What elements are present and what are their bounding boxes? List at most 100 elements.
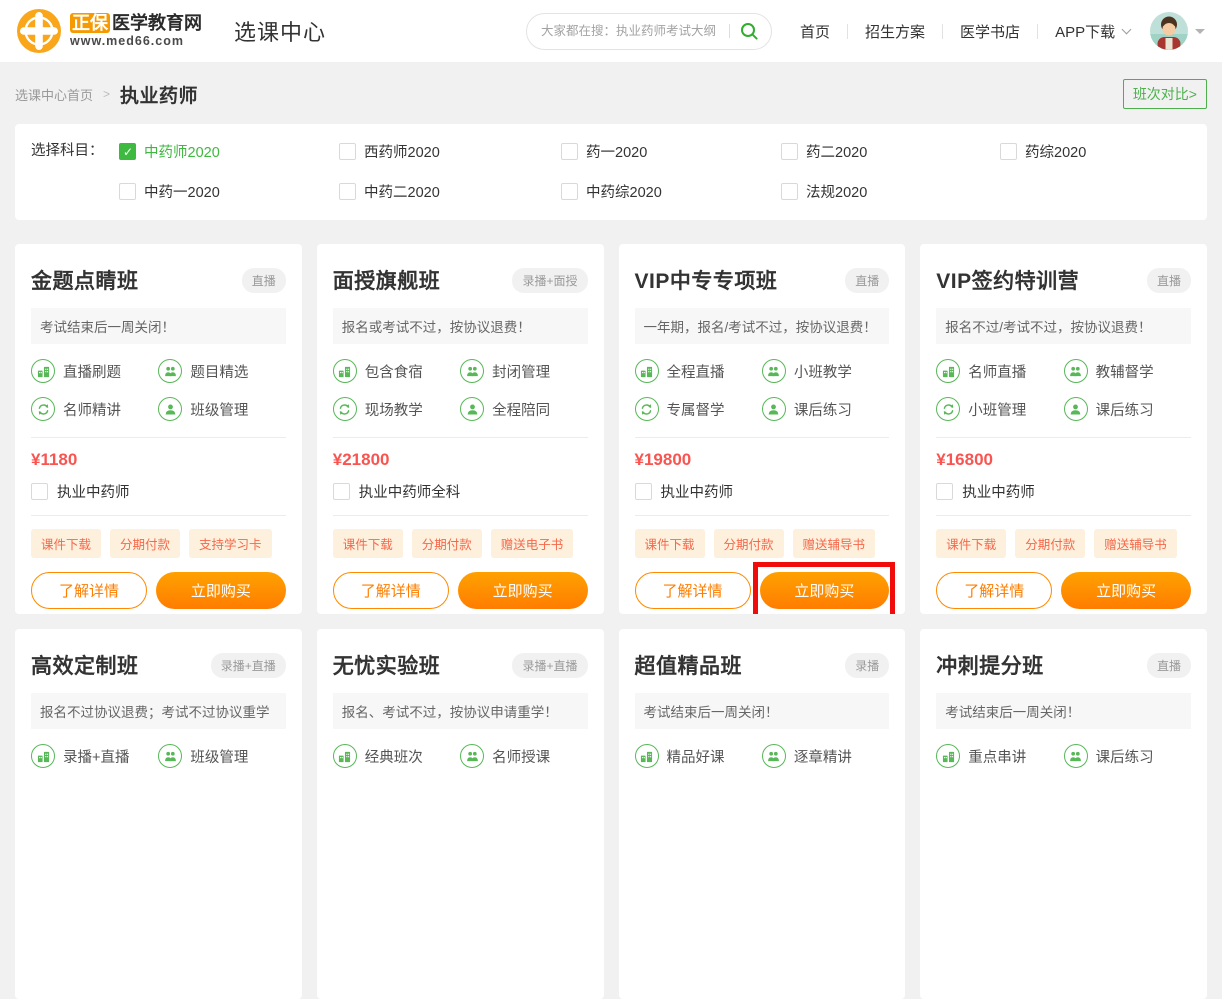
course-subject-option[interactable]: 执业中药师: [936, 481, 1191, 502]
subject-label: 执业中药师: [661, 481, 734, 502]
feature-label: 题目精选: [190, 361, 248, 382]
breadcrumb-current: 执业药师: [120, 81, 198, 108]
course-card: 面授旗舰班 录播+面授 报名或考试不过，按协议退费！ 包含食宿封闭管理现场教学全…: [317, 244, 604, 614]
course-feature: 全程直播: [635, 359, 762, 383]
course-tags: 课件下载分期付款赠送辅导书: [635, 529, 890, 558]
nav-item[interactable]: 首页: [800, 21, 830, 42]
buy-button[interactable]: 立即购买: [1061, 572, 1191, 609]
subject-checkbox-option[interactable]: 中药二2020: [339, 179, 561, 203]
checkbox-label: 西药师2020: [364, 141, 440, 162]
course-features: 录播+直播班级管理: [31, 744, 286, 768]
checkbox[interactable]: [635, 483, 652, 500]
course-type-badge: 录播+直播: [211, 653, 286, 678]
course-subject-option[interactable]: 执业中药师: [31, 481, 286, 502]
course-subject-option[interactable]: 执业中药师: [635, 481, 890, 502]
checkbox-label: 法规2020: [806, 181, 867, 202]
search-box[interactable]: [526, 13, 772, 50]
feature-label: 名师直播: [968, 361, 1026, 382]
checkbox[interactable]: [1000, 143, 1017, 160]
detail-button[interactable]: 了解详情: [936, 572, 1052, 609]
checkbox[interactable]: [781, 183, 798, 200]
avatar[interactable]: [1150, 12, 1188, 50]
user-menu[interactable]: [1150, 12, 1205, 50]
feature-label: 班级管理: [190, 399, 248, 420]
course-feature: 名师直播: [936, 359, 1063, 383]
feature-label: 重点串讲: [968, 746, 1026, 767]
group-icon: [1064, 359, 1088, 383]
checkbox[interactable]: [561, 183, 578, 200]
course-tag: 分期付款: [110, 529, 180, 558]
sync-icon: [31, 397, 55, 421]
checkbox[interactable]: [119, 143, 136, 160]
feature-label: 名师授课: [492, 746, 550, 767]
course-title: 高效定制班: [31, 650, 139, 680]
checkbox[interactable]: [31, 483, 48, 500]
course-grid: 金题点睛班 直播 考试结束后一周关闭！ 直播刷题题目精选名师精讲班级管理 ¥11…: [15, 244, 1207, 999]
subject-checkbox-option[interactable]: 药综2020: [1000, 139, 1086, 163]
course-features: 全程直播小班教学专属督学课后练习: [635, 359, 890, 421]
course-title: 面授旗舰班: [333, 265, 441, 295]
feature-label: 课后练习: [1096, 399, 1154, 420]
checkbox-label: 中药师2020: [144, 141, 220, 162]
nav-item[interactable]: 招生方案: [865, 21, 925, 42]
detail-button[interactable]: 了解详情: [31, 572, 147, 609]
course-feature: 重点串讲: [936, 744, 1063, 768]
detail-button[interactable]: 了解详情: [635, 572, 751, 609]
nav-item[interactable]: 医学书店: [960, 21, 1020, 42]
course-card-header: 高效定制班 录播+直播: [31, 650, 286, 680]
feature-label: 名师精讲: [63, 399, 121, 420]
subject-checkbox-option[interactable]: 药二2020: [781, 139, 1000, 163]
course-feature: 专属督学: [635, 397, 762, 421]
checkbox[interactable]: [339, 143, 356, 160]
subject-checkbox-option[interactable]: 中药综2020: [561, 179, 781, 203]
course-card-header: 超值精品班 录播: [635, 650, 890, 680]
buy-button[interactable]: 立即购买: [156, 572, 286, 609]
course-type-badge: 直播: [845, 268, 889, 293]
search-input[interactable]: [539, 23, 720, 39]
divider: [31, 437, 286, 438]
checkbox[interactable]: [561, 143, 578, 160]
feature-label: 小班教学: [794, 361, 852, 382]
feature-label: 精品好课: [667, 746, 725, 767]
buy-button[interactable]: 立即购买: [458, 572, 588, 609]
course-subject-option[interactable]: 执业中药师全科: [333, 481, 588, 502]
course-title: VIP签约特训营: [936, 265, 1079, 295]
course-feature: 精品好课: [635, 744, 762, 768]
breadcrumb-root-link[interactable]: 选课中心首页: [15, 85, 93, 104]
person-icon: [158, 397, 182, 421]
search-icon[interactable]: [739, 21, 759, 41]
group-icon: [762, 744, 786, 768]
feature-label: 教辅督学: [1096, 361, 1154, 382]
subject-checkbox-option[interactable]: 西药师2020: [339, 139, 561, 163]
person-icon: [1064, 397, 1088, 421]
course-description: 一年期，报名/考试不过，按协议退费！: [635, 308, 890, 344]
checkbox[interactable]: [936, 483, 953, 500]
group-icon: [158, 744, 182, 768]
buy-button[interactable]: 立即购买: [760, 572, 890, 609]
feature-label: 现场教学: [365, 399, 423, 420]
course-actions: 了解详情 立即购买: [333, 572, 588, 609]
chevron-down-icon: [1122, 24, 1132, 34]
course-price: ¥19800: [635, 450, 890, 470]
class-compare-button[interactable]: 班次对比>: [1123, 79, 1207, 109]
course-feature: 班级管理: [158, 744, 285, 768]
subject-checkbox-option[interactable]: 药一2020: [561, 139, 781, 163]
checkbox[interactable]: [333, 483, 350, 500]
chevron-down-icon[interactable]: [1195, 29, 1205, 39]
checkbox[interactable]: [119, 183, 136, 200]
sync-icon: [635, 397, 659, 421]
checkbox[interactable]: [339, 183, 356, 200]
course-feature: 包含食宿: [333, 359, 460, 383]
building-icon: [936, 359, 960, 383]
subject-checkbox-option[interactable]: 中药师2020: [119, 139, 339, 163]
subject-checkbox-option[interactable]: 中药一2020: [119, 179, 339, 203]
building-icon: [333, 359, 357, 383]
detail-button[interactable]: 了解详情: [333, 572, 449, 609]
site-logo[interactable]: 正保医学教育网 www.med66.com: [16, 8, 202, 54]
feature-label: 逐章精讲: [794, 746, 852, 767]
nav-item[interactable]: APP下载: [1055, 21, 1130, 42]
checkbox[interactable]: [781, 143, 798, 160]
course-tags: 课件下载分期付款赠送电子书: [333, 529, 588, 558]
subject-checkbox-option[interactable]: 法规2020: [781, 179, 1000, 203]
course-feature: 全程陪同: [460, 397, 587, 421]
